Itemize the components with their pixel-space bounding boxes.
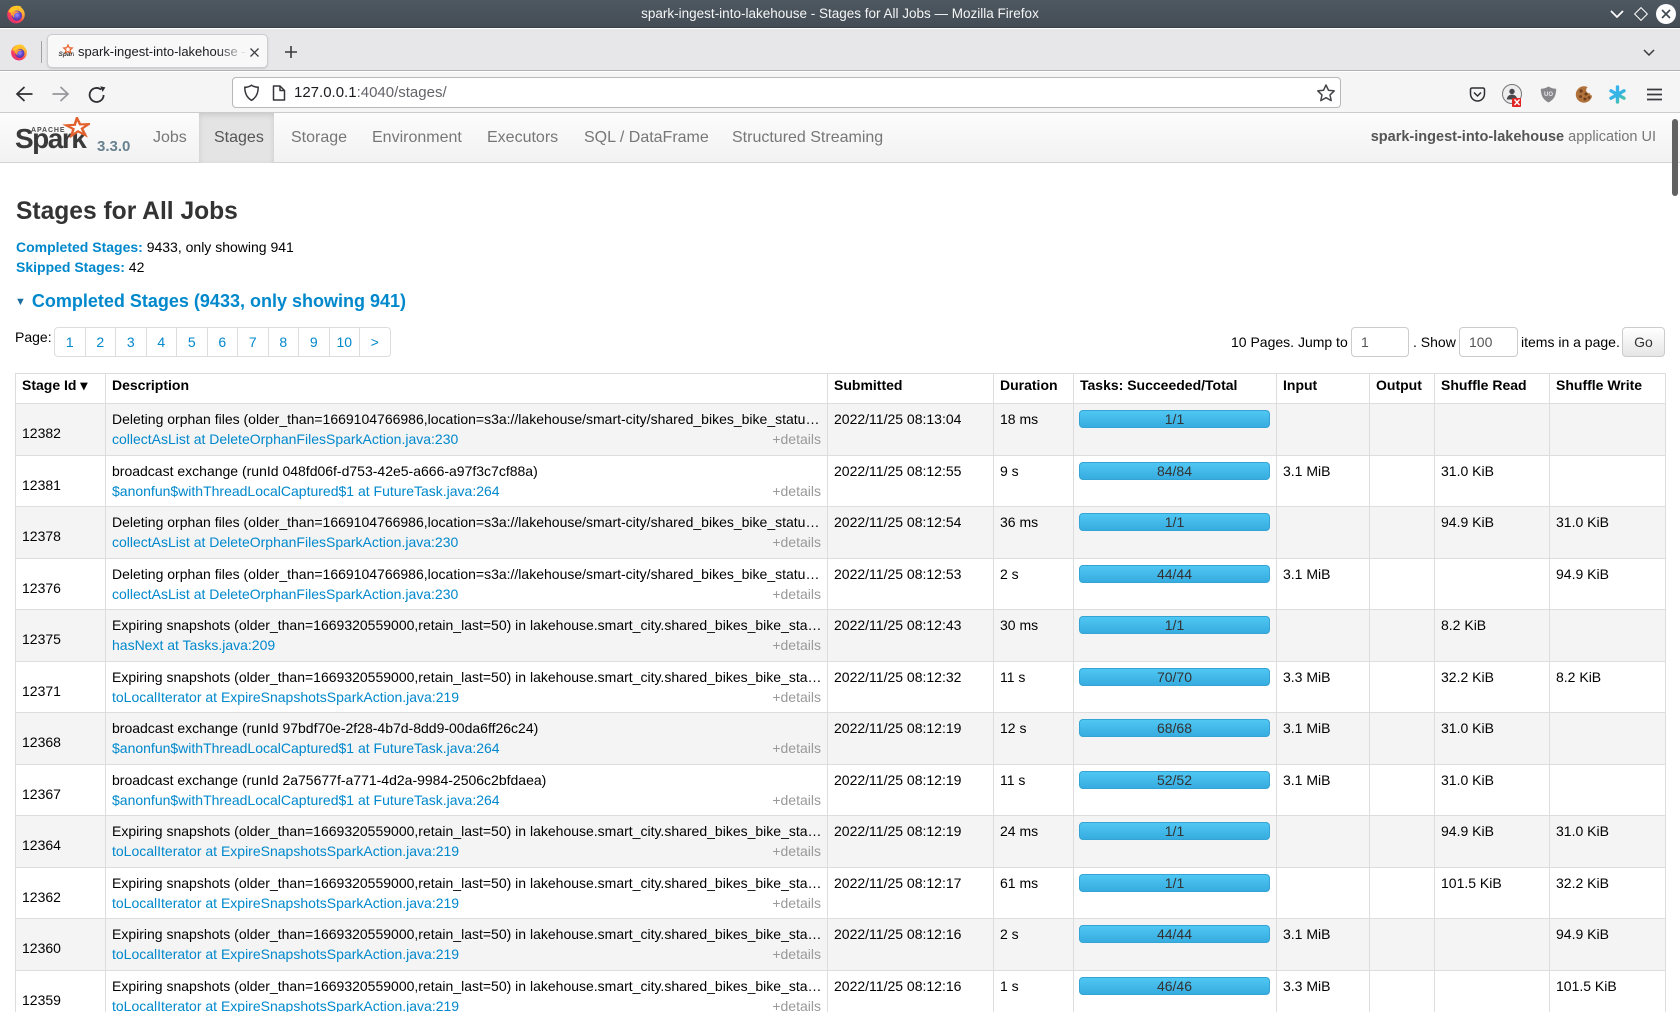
svg-text:Spark: Spark [59,51,75,58]
svg-text:UO: UO [1544,92,1553,98]
